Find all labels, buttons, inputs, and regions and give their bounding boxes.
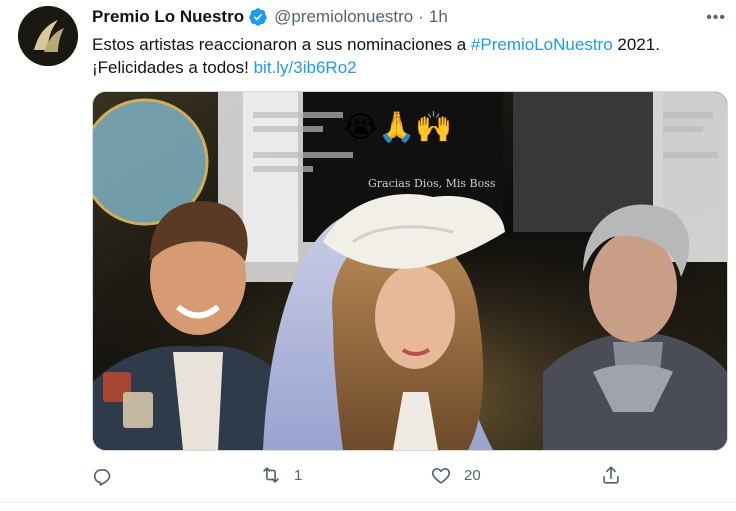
reply-button[interactable] bbox=[92, 460, 126, 490]
verified-badge-icon bbox=[249, 8, 267, 26]
tweet-media-image[interactable]: Gracias Dios, Mis Boss 😭🙏🙌 bbox=[92, 91, 728, 451]
tweet-text-line1: Estos artistas reaccionaron a sus nomina… bbox=[92, 35, 471, 54]
tweet-actions: 1 20 bbox=[92, 460, 722, 490]
like-count: 20 bbox=[464, 466, 481, 484]
more-icon[interactable]: ••• bbox=[706, 9, 726, 27]
avatar[interactable] bbox=[18, 6, 78, 66]
hashtag-link[interactable]: #PremioLoNuestro bbox=[471, 35, 613, 54]
author-handle[interactable]: @premiolonuestro bbox=[274, 7, 413, 27]
url-link[interactable]: bit.ly/3ib6Ro2 bbox=[254, 58, 357, 77]
share-button[interactable] bbox=[600, 460, 634, 490]
reply-icon bbox=[93, 469, 111, 486]
media-overlay-caption: Gracias Dios, Mis Boss bbox=[368, 177, 496, 190]
tweet-text-line2: ¡Felicidades a todos! bbox=[92, 58, 254, 77]
share-icon bbox=[603, 466, 619, 484]
like-icon bbox=[431, 468, 451, 484]
retweet-icon bbox=[263, 467, 279, 483]
retweet-button[interactable]: 1 bbox=[260, 460, 302, 490]
tweet-header: Premio Lo Nuestro @premiolonuestro · 1h bbox=[92, 6, 448, 28]
divider bbox=[0, 502, 736, 503]
media-emoji-row: 😭🙏🙌 bbox=[343, 110, 453, 145]
tweet-text: Estos artistas reaccionaron a sus nomina… bbox=[92, 33, 722, 79]
separator-dot: · bbox=[418, 7, 424, 26]
author-name[interactable]: Premio Lo Nuestro bbox=[92, 7, 244, 27]
tweet-text-line1-suffix: 2021. bbox=[612, 35, 660, 54]
retweet-count: 1 bbox=[294, 466, 303, 484]
tweet-time[interactable]: 1h bbox=[429, 7, 448, 27]
like-button[interactable]: 20 bbox=[430, 460, 481, 490]
tweet[interactable]: Premio Lo Nuestro @premiolonuestro · 1h … bbox=[0, 0, 736, 511]
